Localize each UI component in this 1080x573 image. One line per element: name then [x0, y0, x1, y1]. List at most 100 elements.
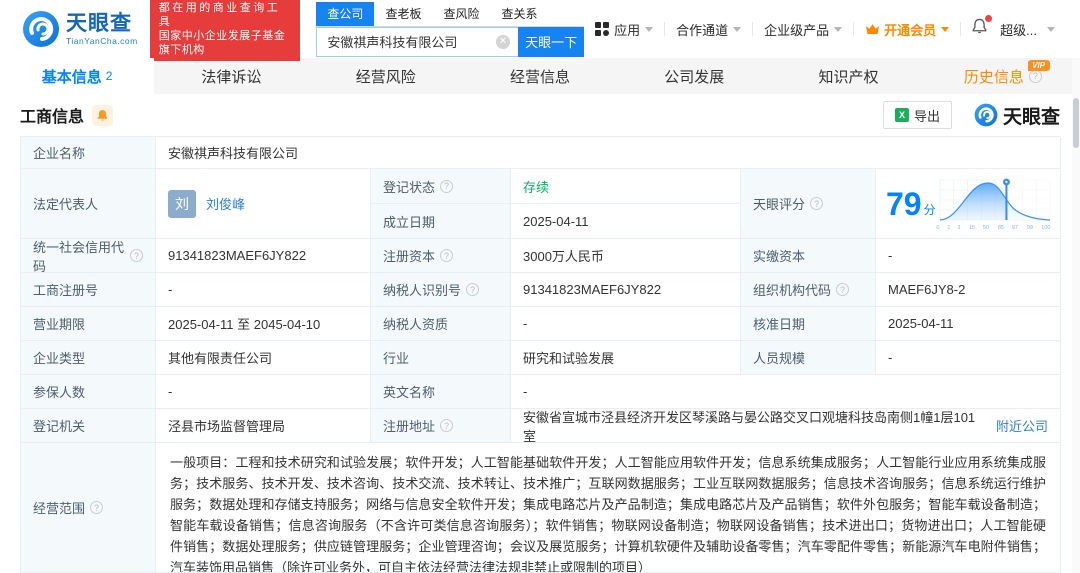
field-value-industry: 研究和试验发展 — [511, 341, 741, 375]
chevron-down-icon — [941, 26, 950, 32]
score-tick-label: 1 — [947, 224, 951, 230]
score-tick-label: 85 — [997, 224, 1004, 230]
export-button[interactable]: X 导出 — [882, 101, 952, 129]
crown-icon — [866, 23, 880, 34]
search-area: 查公司 查老板 查风险 查关系 ✕ 天眼一下 — [316, 1, 585, 57]
field-value-business-term: 2025-04-11 至 2045-04-10 — [156, 307, 371, 341]
field-value-company-name: 安徽祺声科技有限公司 — [156, 137, 1061, 169]
field-label-org-code: 组织机构代码 ? — [741, 273, 876, 307]
search-button[interactable]: 天眼一下 — [518, 26, 585, 57]
score-tick-label: 99 — [1026, 224, 1033, 230]
chevron-down-icon — [733, 26, 742, 32]
field-value-paid-capital: - — [876, 239, 1061, 273]
tab-company-development[interactable]: 公司发展 — [617, 58, 771, 94]
field-value-company-type: 其他有限责任公司 — [156, 341, 371, 375]
field-value-legal-rep: 刘 刘俊峰 — [156, 169, 371, 239]
promo-badge: 都在用的商业查询工具 国家中小企业发展子基金旗下机构 — [149, 0, 301, 61]
chevron-down-icon — [834, 26, 843, 32]
tab-intellectual-property[interactable]: 知识产权 — [771, 58, 925, 94]
field-value-business-scope: 一般项目：工程和技术研究和试验发展；软件开发；人工智能基础软件开发；人工智能应用… — [156, 443, 1061, 573]
brand-name: 天眼查 — [66, 11, 132, 35]
field-label-insured-num: 参保人数 — [21, 375, 156, 409]
nav-apps[interactable]: 应用 — [584, 20, 664, 39]
field-value-credit-code: 91341823MAEF6JY822 — [156, 239, 371, 273]
nav-cooperation[interactable]: 合作通道 — [665, 20, 752, 39]
tab-operation-risk[interactable]: 经营风险 — [309, 58, 463, 94]
nav-account[interactable]: 超级... — [998, 20, 1066, 39]
scrollbar[interactable] — [1072, 58, 1080, 573]
nearby-companies-link[interactable]: 附近公司 — [996, 416, 1048, 435]
vip-badge: VIP — [1028, 60, 1050, 71]
field-label-english-name: 英文名称 — [371, 375, 511, 409]
clear-search-icon[interactable]: ✕ — [496, 34, 511, 49]
score-tick-label: 97 — [1012, 224, 1019, 230]
company-tabs: 基本信息 2 法律诉讼 经营风险 经营信息 公司发展 知识产权 VIP 历史信息… — [0, 58, 1080, 94]
nav-open-vip[interactable]: 开通会员 — [854, 20, 960, 39]
score-value: 79 — [886, 185, 922, 222]
field-label-reg-capital: 注册资本 ? — [371, 239, 511, 273]
question-icon[interactable]: ? — [836, 283, 850, 296]
tab-basic-info[interactable]: 基本信息 2 — [0, 58, 155, 94]
field-value-reg-org: 泾县市场监督管理局 — [156, 409, 371, 443]
bell-icon — [97, 109, 108, 121]
field-label-reg-org: 登记机关 — [21, 409, 156, 443]
field-label-score: 天眼评分 ? — [741, 169, 876, 239]
grid-apps-icon — [595, 22, 610, 36]
field-value-address: 安徽省宣城市泾县经济开发区琴溪路与晏公路交叉口观塘科技岛南侧1幢1层101室 附… — [511, 409, 1061, 443]
avatar[interactable]: 刘 — [168, 189, 196, 218]
tab-history-info[interactable]: VIP 历史信息 ? — [926, 58, 1080, 94]
field-label-reg-status: 登记状态 ? — [371, 169, 511, 204]
nav-enterprise-products[interactable]: 企业级产品 — [753, 20, 853, 39]
top-nav: 应用 合作通道 企业级产品 开通会员 超级... — [584, 15, 1066, 40]
field-label-paid-capital: 实缴资本 — [741, 239, 876, 273]
field-value-reg-capital: 3000万人民币 — [511, 239, 741, 273]
search-tab-boss[interactable]: 查老板 — [374, 2, 432, 26]
question-icon[interactable]: ? — [440, 249, 454, 262]
notifications-bell[interactable] — [961, 15, 998, 40]
promo-line-1: 都在用的商业查询工具 — [158, 2, 281, 28]
field-value-approve-date: 2025-04-11 — [876, 307, 1061, 341]
search-input[interactable] — [316, 26, 519, 57]
score-distribution-chart: 0 1 3 15 50 85 97 99 100 — [936, 176, 1054, 232]
field-label-reg-number: 工商注册号 — [21, 273, 156, 307]
field-label-staff-scale: 人员规模 — [741, 341, 876, 375]
score-tick-label: 50 — [983, 224, 990, 230]
field-value-taxpayer-id: 91341823MAEF6JY822 — [511, 273, 741, 307]
brand-domain: TianYanCha.com — [66, 35, 138, 46]
excel-icon: X — [894, 108, 909, 122]
business-info-table: 企业名称 安徽祺声科技有限公司 法定代表人 刘 刘俊峰 登记状态 ? 存续 成立… — [20, 136, 1061, 573]
tab-legal-litigation[interactable]: 法律诉讼 — [154, 58, 308, 94]
question-icon[interactable]: ? — [440, 179, 454, 193]
question-icon[interactable]: ? — [1028, 69, 1042, 83]
chevron-down-icon — [1047, 26, 1055, 32]
search-tab-company[interactable]: 查公司 — [316, 1, 375, 26]
question-icon[interactable]: ? — [130, 249, 143, 262]
field-value-taxpayer-cert: - — [511, 307, 741, 341]
field-label-business-scope: 经营范围 ? — [21, 443, 156, 573]
legal-rep-link[interactable]: 刘俊峰 — [206, 194, 245, 213]
chevron-down-icon — [645, 26, 654, 32]
field-label-credit-code: 统一社会信用代码 ? — [21, 239, 156, 273]
tianyancha-watermark-logo: 天眼查 — [974, 102, 1060, 129]
subscribe-bell-button[interactable] — [92, 104, 114, 126]
section-header: 工商信息 X 导出 天眼查 — [0, 94, 1080, 136]
question-icon[interactable]: ? — [466, 283, 480, 296]
tianyancha-logo-icon — [23, 11, 59, 47]
tianyancha-logo-icon — [974, 103, 998, 127]
field-label-legal-rep: 法定代表人 — [21, 169, 156, 239]
question-icon[interactable]: ? — [90, 501, 104, 514]
score-tick-label: 15 — [968, 224, 975, 230]
field-label-industry: 行业 — [371, 341, 511, 375]
search-tab-relation[interactable]: 查关系 — [490, 2, 548, 26]
field-label-business-term: 营业期限 — [21, 307, 156, 341]
tab-operation-info[interactable]: 经营信息 — [463, 58, 617, 94]
question-icon[interactable]: ? — [440, 419, 454, 432]
search-tab-risk[interactable]: 查风险 — [432, 2, 490, 26]
score-panel[interactable]: 79 分 0 1 3 15 50 85 97 99 100 — [876, 169, 1061, 239]
question-icon[interactable]: ? — [810, 197, 824, 210]
tianyancha-logo[interactable]: 天眼查 TianYanCha.com — [22, 10, 138, 48]
field-value-org-code: MAEF6JY8-2 — [876, 273, 1061, 307]
field-value-establish-date: 2025-04-11 — [511, 204, 741, 239]
scrollbar-thumb[interactable] — [1073, 98, 1079, 148]
field-value-insured-num: - — [156, 375, 371, 409]
